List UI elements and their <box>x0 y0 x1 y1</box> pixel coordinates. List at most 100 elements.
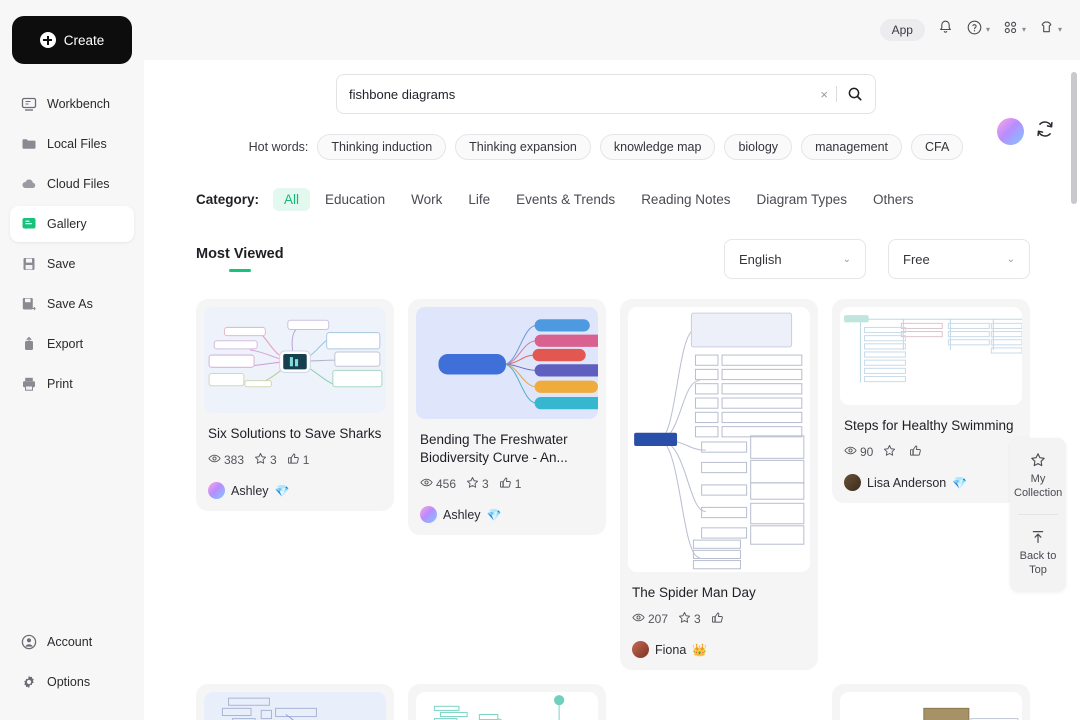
template-card[interactable] <box>832 684 1030 720</box>
sidebar-item-gallery[interactable]: Gallery <box>10 206 134 242</box>
stars-count: 3 <box>694 612 701 627</box>
template-card[interactable] <box>408 684 606 720</box>
template-card[interactable]: The Spider Man Day 207 3 Fiona 👑 <box>620 299 818 671</box>
template-card[interactable]: Six Solutions to Save Sharks 383 3 1 Ash… <box>196 299 394 512</box>
template-card[interactable]: Bending The Freshwater Biodiversity Curv… <box>408 299 606 536</box>
avatar <box>632 641 649 659</box>
hot-word-chip[interactable]: management <box>801 134 903 160</box>
main-panel: App ▾ ▾ ▾ fishbone diagrams × Hot words:… <box>144 14 1080 720</box>
likes-count: 1 <box>302 453 310 468</box>
topbar: App ▾ ▾ ▾ <box>144 14 1080 60</box>
tab-most-viewed[interactable]: Most Viewed <box>196 246 284 272</box>
avatar <box>420 506 437 524</box>
views-count: 207 <box>648 612 669 627</box>
category-item-education[interactable]: Education <box>314 188 396 211</box>
theme-button[interactable]: ▾ <box>1038 19 1062 41</box>
sidebar-nav: Workbench Local Files Cloud Files Galler… <box>0 86 144 402</box>
vertical-scrollbar[interactable] <box>1071 72 1077 204</box>
category-item-events-trends[interactable]: Events & Trends <box>505 188 626 211</box>
template-author[interactable]: Fiona 👑 <box>632 641 806 659</box>
sidebar-item-label: Workbench <box>47 97 110 111</box>
hot-word-chip[interactable]: Thinking induction <box>317 134 447 160</box>
apps-button[interactable]: ▾ <box>1002 19 1026 41</box>
template-card[interactable] <box>196 684 394 720</box>
help-button[interactable]: ▾ <box>966 19 990 41</box>
clear-search-icon[interactable]: × <box>812 87 836 102</box>
star-icon <box>883 444 896 460</box>
template-stats: 90 <box>844 444 1018 460</box>
sidebar-item-workbench[interactable]: Workbench <box>10 86 134 122</box>
search-box[interactable]: × <box>336 74 876 114</box>
hot-word-chip[interactable]: knowledge map <box>599 134 716 160</box>
template-thumbnail <box>204 307 386 413</box>
category-item-life[interactable]: Life <box>457 188 501 211</box>
sidebar-item-label: Save As <box>47 297 93 311</box>
apps-grid-icon <box>1002 19 1019 41</box>
back-to-top-button[interactable]: Back to Top <box>1010 515 1066 591</box>
create-button[interactable]: Create <box>12 16 132 64</box>
template-author[interactable]: Lisa Anderson 💎 <box>844 474 1018 492</box>
user-actions <box>997 118 1056 145</box>
category-item-reading-notes[interactable]: Reading Notes <box>630 188 741 211</box>
star-icon <box>1014 452 1062 473</box>
sidebar-item-cloud-files[interactable]: Cloud Files <box>10 166 134 202</box>
category-item-all[interactable]: All <box>273 188 311 211</box>
right-rail: My Collection Back to Top <box>1010 438 1066 592</box>
sidebar-item-label: Save <box>47 257 76 271</box>
template-card[interactable]: Steps for Healthy Swimming 90 Lisa Ander… <box>832 299 1030 504</box>
hot-words-label: Hot words: <box>248 140 309 154</box>
category-item-diagram-types[interactable]: Diagram Types <box>746 188 859 211</box>
user-avatar[interactable] <box>997 118 1024 145</box>
avatar <box>844 474 861 492</box>
stars-count: 3 <box>482 477 489 492</box>
stars-count: 3 <box>270 453 277 468</box>
vip-badge-icon: 👑 <box>692 642 708 657</box>
sidebar-item-print[interactable]: Print <box>10 366 134 402</box>
hot-word-chip[interactable]: CFA <box>911 134 964 160</box>
chevron-down-icon: ⌄ <box>842 253 851 265</box>
price-select[interactable]: Free ⌄ <box>888 239 1030 279</box>
language-select[interactable]: English ⌄ <box>724 239 866 279</box>
eye-icon <box>844 444 857 460</box>
notifications-button[interactable] <box>937 19 954 41</box>
hot-word-chip[interactable]: biology <box>724 134 793 160</box>
sidebar-item-save-as[interactable]: Save As <box>10 286 134 322</box>
template-title: Bending The Freshwater Biodiversity Curv… <box>420 432 568 466</box>
category-item-others[interactable]: Others <box>862 188 925 211</box>
hot-word-chip[interactable]: Thinking expansion <box>455 134 591 160</box>
sidebar-item-label: Cloud Files <box>47 177 110 191</box>
likes-count: 1 <box>514 477 522 492</box>
views-stat: 383 <box>208 452 244 468</box>
print-icon <box>20 376 37 393</box>
app-button[interactable]: App <box>879 19 925 41</box>
views-stat: 90 <box>844 444 873 460</box>
refresh-button[interactable] <box>1034 118 1056 145</box>
template-author[interactable]: Ashley 💎 <box>420 506 594 524</box>
template-author[interactable]: Ashley 💎 <box>208 482 382 500</box>
avatar <box>208 482 225 500</box>
chevron-down-icon: ▾ <box>1021 25 1026 34</box>
likes-stat: 1 <box>287 452 310 468</box>
thumbs-up-icon <box>711 611 724 627</box>
create-button-label: Create <box>63 32 105 48</box>
template-thumbnail <box>416 692 598 720</box>
chevron-down-icon: ▾ <box>1057 25 1062 34</box>
sidebar-item-save[interactable]: Save <box>10 246 134 282</box>
author-name: Ashley <box>443 507 481 522</box>
sidebar-item-account[interactable]: Account <box>10 624 134 660</box>
views-count: 383 <box>224 453 245 468</box>
template-grid: Six Solutions to Save Sharks 383 3 1 Ash… <box>196 299 1030 720</box>
search-input[interactable] <box>349 86 813 102</box>
category-item-work[interactable]: Work <box>400 188 453 211</box>
search-button[interactable] <box>837 86 863 102</box>
sidebar-item-local-files[interactable]: Local Files <box>10 126 134 162</box>
plus-icon <box>39 32 56 48</box>
template-thumbnail <box>840 307 1022 405</box>
likes-stat <box>909 444 925 460</box>
views-stat: 456 <box>420 476 456 492</box>
sidebar-item-options[interactable]: Options <box>10 664 134 700</box>
my-collection-button[interactable]: My Collection <box>1010 438 1066 514</box>
sidebar: Create Workbench Local Files Cloud Files <box>0 0 144 720</box>
chevron-down-icon: ⌄ <box>1006 253 1015 265</box>
sidebar-item-export[interactable]: Export <box>10 326 134 362</box>
